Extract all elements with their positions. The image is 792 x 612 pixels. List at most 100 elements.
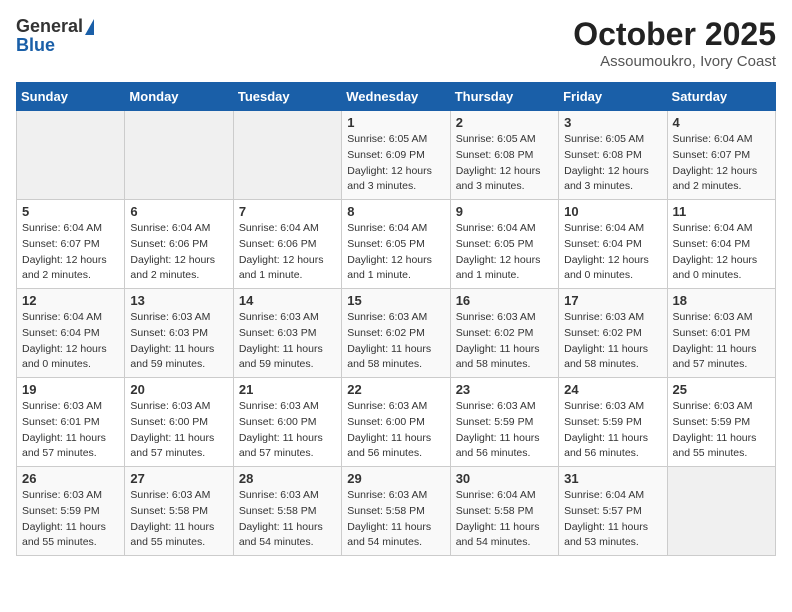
calendar-cell: 17Sunrise: 6:03 AM Sunset: 6:02 PM Dayli… xyxy=(559,289,667,378)
day-number: 22 xyxy=(347,382,444,397)
logo: General Blue xyxy=(16,16,94,56)
calendar-week-row: 1Sunrise: 6:05 AM Sunset: 6:09 PM Daylig… xyxy=(17,111,776,200)
calendar-header-row: SundayMondayTuesdayWednesdayThursdayFrid… xyxy=(17,83,776,111)
day-info: Sunrise: 6:03 AM Sunset: 6:01 PM Dayligh… xyxy=(673,310,770,373)
calendar-table: SundayMondayTuesdayWednesdayThursdayFrid… xyxy=(16,82,776,556)
calendar-cell: 19Sunrise: 6:03 AM Sunset: 6:01 PM Dayli… xyxy=(17,378,125,467)
calendar-cell xyxy=(17,111,125,200)
day-number: 25 xyxy=(673,382,770,397)
day-number: 8 xyxy=(347,204,444,219)
calendar-cell: 23 Sunrise: 6:03 AM Sunset: 5:59 PM Dayli… xyxy=(450,378,558,467)
calendar-cell xyxy=(233,111,341,200)
day-number: 20 xyxy=(130,382,227,397)
day-info: Sunrise: 6:03 AM Sunset: 5:58 PM Dayligh… xyxy=(130,488,227,551)
weekday-header: Thursday xyxy=(450,83,558,111)
day-info: Sunrise: 6:03 AM Sunset: 6:00 PM Dayligh… xyxy=(347,399,444,462)
day-info: Sunrise: 6:05 AM Sunset: 6:08 PM Dayligh… xyxy=(564,132,661,195)
logo-arrow-icon xyxy=(85,19,94,35)
day-number: 27 xyxy=(130,471,227,486)
calendar-cell: 22 Sunrise: 6:03 AM Sunset: 6:00 PM Dayli… xyxy=(342,378,450,467)
calendar-week-row: 19Sunrise: 6:03 AM Sunset: 6:01 PM Dayli… xyxy=(17,378,776,467)
day-number: 16 xyxy=(456,293,553,308)
day-number: 24 xyxy=(564,382,661,397)
calendar-cell: 30Sunrise: 6:04 AM Sunset: 5:58 PM Dayli… xyxy=(450,467,558,556)
logo-blue-text: Blue xyxy=(16,35,55,56)
calendar-cell: 8 Sunrise: 6:04 AM Sunset: 6:05 PM Daylig… xyxy=(342,200,450,289)
calendar-cell: 11Sunrise: 6:04 AM Sunset: 6:04 PM Dayli… xyxy=(667,200,775,289)
day-info: Sunrise: 6:04 AM Sunset: 6:05 PM Dayligh… xyxy=(456,221,553,284)
day-number: 21 xyxy=(239,382,336,397)
day-info: Sunrise: 6:03 AM Sunset: 5:58 PM Dayligh… xyxy=(347,488,444,551)
calendar-cell: 1Sunrise: 6:05 AM Sunset: 6:09 PM Daylig… xyxy=(342,111,450,200)
calendar-cell: 3 Sunrise: 6:05 AM Sunset: 6:08 PM Daylig… xyxy=(559,111,667,200)
calendar-cell: 31 Sunrise: 6:04 AM Sunset: 5:57 PM Dayli… xyxy=(559,467,667,556)
day-info: Sunrise: 6:03 AM Sunset: 5:59 PM Dayligh… xyxy=(564,399,661,462)
day-info: Sunrise: 6:04 AM Sunset: 6:04 PM Dayligh… xyxy=(673,221,770,284)
day-number: 13 xyxy=(130,293,227,308)
weekday-header: Tuesday xyxy=(233,83,341,111)
day-info: Sunrise: 6:03 AM Sunset: 6:03 PM Dayligh… xyxy=(130,310,227,373)
day-number: 7 xyxy=(239,204,336,219)
month-title: October 2025 xyxy=(573,16,776,53)
calendar-cell: 14 Sunrise: 6:03 AM Sunset: 6:03 PM Dayli… xyxy=(233,289,341,378)
day-info: Sunrise: 6:04 AM Sunset: 6:07 PM Dayligh… xyxy=(673,132,770,195)
day-number: 2 xyxy=(456,115,553,130)
calendar-cell: 24 Sunrise: 6:03 AM Sunset: 5:59 PM Dayli… xyxy=(559,378,667,467)
calendar-cell: 28 Sunrise: 6:03 AM Sunset: 5:58 PM Dayli… xyxy=(233,467,341,556)
calendar-cell xyxy=(125,111,233,200)
day-number: 9 xyxy=(456,204,553,219)
day-number: 23 xyxy=(456,382,553,397)
weekday-header: Friday xyxy=(559,83,667,111)
day-number: 28 xyxy=(239,471,336,486)
day-info: Sunrise: 6:03 AM Sunset: 6:01 PM Dayligh… xyxy=(22,399,119,462)
calendar-cell: 27 Sunrise: 6:03 AM Sunset: 5:58 PM Dayli… xyxy=(125,467,233,556)
weekday-header: Wednesday xyxy=(342,83,450,111)
day-number: 31 xyxy=(564,471,661,486)
calendar-week-row: 12 Sunrise: 6:04 AM Sunset: 6:04 PM Dayli… xyxy=(17,289,776,378)
title-area: October 2025 Assoumoukro, Ivory Coast xyxy=(573,16,776,70)
day-info: Sunrise: 6:04 AM Sunset: 6:06 PM Dayligh… xyxy=(239,221,336,284)
day-info: Sunrise: 6:04 AM Sunset: 6:04 PM Dayligh… xyxy=(22,310,119,373)
calendar-cell: 18Sunrise: 6:03 AM Sunset: 6:01 PM Dayli… xyxy=(667,289,775,378)
calendar-cell: 9 Sunrise: 6:04 AM Sunset: 6:05 PM Daylig… xyxy=(450,200,558,289)
day-number: 14 xyxy=(239,293,336,308)
day-number: 15 xyxy=(347,293,444,308)
day-info: Sunrise: 6:03 AM Sunset: 5:58 PM Dayligh… xyxy=(239,488,336,551)
calendar-cell: 13 Sunrise: 6:03 AM Sunset: 6:03 PM Dayli… xyxy=(125,289,233,378)
calendar-cell: 26 Sunrise: 6:03 AM Sunset: 5:59 PM Dayli… xyxy=(17,467,125,556)
day-number: 12 xyxy=(22,293,119,308)
calendar-cell: 20 Sunrise: 6:03 AM Sunset: 6:00 PM Dayli… xyxy=(125,378,233,467)
day-number: 30 xyxy=(456,471,553,486)
day-info: Sunrise: 6:03 AM Sunset: 6:03 PM Dayligh… xyxy=(239,310,336,373)
day-info: Sunrise: 6:03 AM Sunset: 6:00 PM Dayligh… xyxy=(239,399,336,462)
weekday-header: Saturday xyxy=(667,83,775,111)
calendar-cell: 21 Sunrise: 6:03 AM Sunset: 6:00 PM Dayli… xyxy=(233,378,341,467)
logo-general-text: General xyxy=(16,16,83,37)
calendar-cell xyxy=(667,467,775,556)
calendar-cell: 12 Sunrise: 6:04 AM Sunset: 6:04 PM Dayli… xyxy=(17,289,125,378)
calendar-cell: 2Sunrise: 6:05 AM Sunset: 6:08 PM Daylig… xyxy=(450,111,558,200)
day-number: 3 xyxy=(564,115,661,130)
calendar-cell: 5 Sunrise: 6:04 AM Sunset: 6:07 PM Daylig… xyxy=(17,200,125,289)
location-subtitle: Assoumoukro, Ivory Coast xyxy=(573,53,776,70)
day-number: 5 xyxy=(22,204,119,219)
day-number: 1 xyxy=(347,115,444,130)
day-info: Sunrise: 6:03 AM Sunset: 6:02 PM Dayligh… xyxy=(347,310,444,373)
page-header: General Blue October 2025 Assoumoukro, I… xyxy=(16,16,776,70)
day-number: 17 xyxy=(564,293,661,308)
day-info: Sunrise: 6:04 AM Sunset: 5:57 PM Dayligh… xyxy=(564,488,661,551)
day-number: 10 xyxy=(564,204,661,219)
calendar-cell: 15 Sunrise: 6:03 AM Sunset: 6:02 PM Dayli… xyxy=(342,289,450,378)
calendar-cell: 4Sunrise: 6:04 AM Sunset: 6:07 PM Daylig… xyxy=(667,111,775,200)
day-number: 26 xyxy=(22,471,119,486)
day-info: Sunrise: 6:03 AM Sunset: 5:59 PM Dayligh… xyxy=(456,399,553,462)
day-info: Sunrise: 6:03 AM Sunset: 6:02 PM Dayligh… xyxy=(456,310,553,373)
weekday-header: Monday xyxy=(125,83,233,111)
calendar-cell: 29 Sunrise: 6:03 AM Sunset: 5:58 PM Dayli… xyxy=(342,467,450,556)
day-info: Sunrise: 6:04 AM Sunset: 6:05 PM Dayligh… xyxy=(347,221,444,284)
day-info: Sunrise: 6:03 AM Sunset: 6:00 PM Dayligh… xyxy=(130,399,227,462)
day-info: Sunrise: 6:04 AM Sunset: 6:07 PM Dayligh… xyxy=(22,221,119,284)
day-info: Sunrise: 6:03 AM Sunset: 5:59 PM Dayligh… xyxy=(22,488,119,551)
day-number: 29 xyxy=(347,471,444,486)
calendar-cell: 16 Sunrise: 6:03 AM Sunset: 6:02 PM Dayli… xyxy=(450,289,558,378)
